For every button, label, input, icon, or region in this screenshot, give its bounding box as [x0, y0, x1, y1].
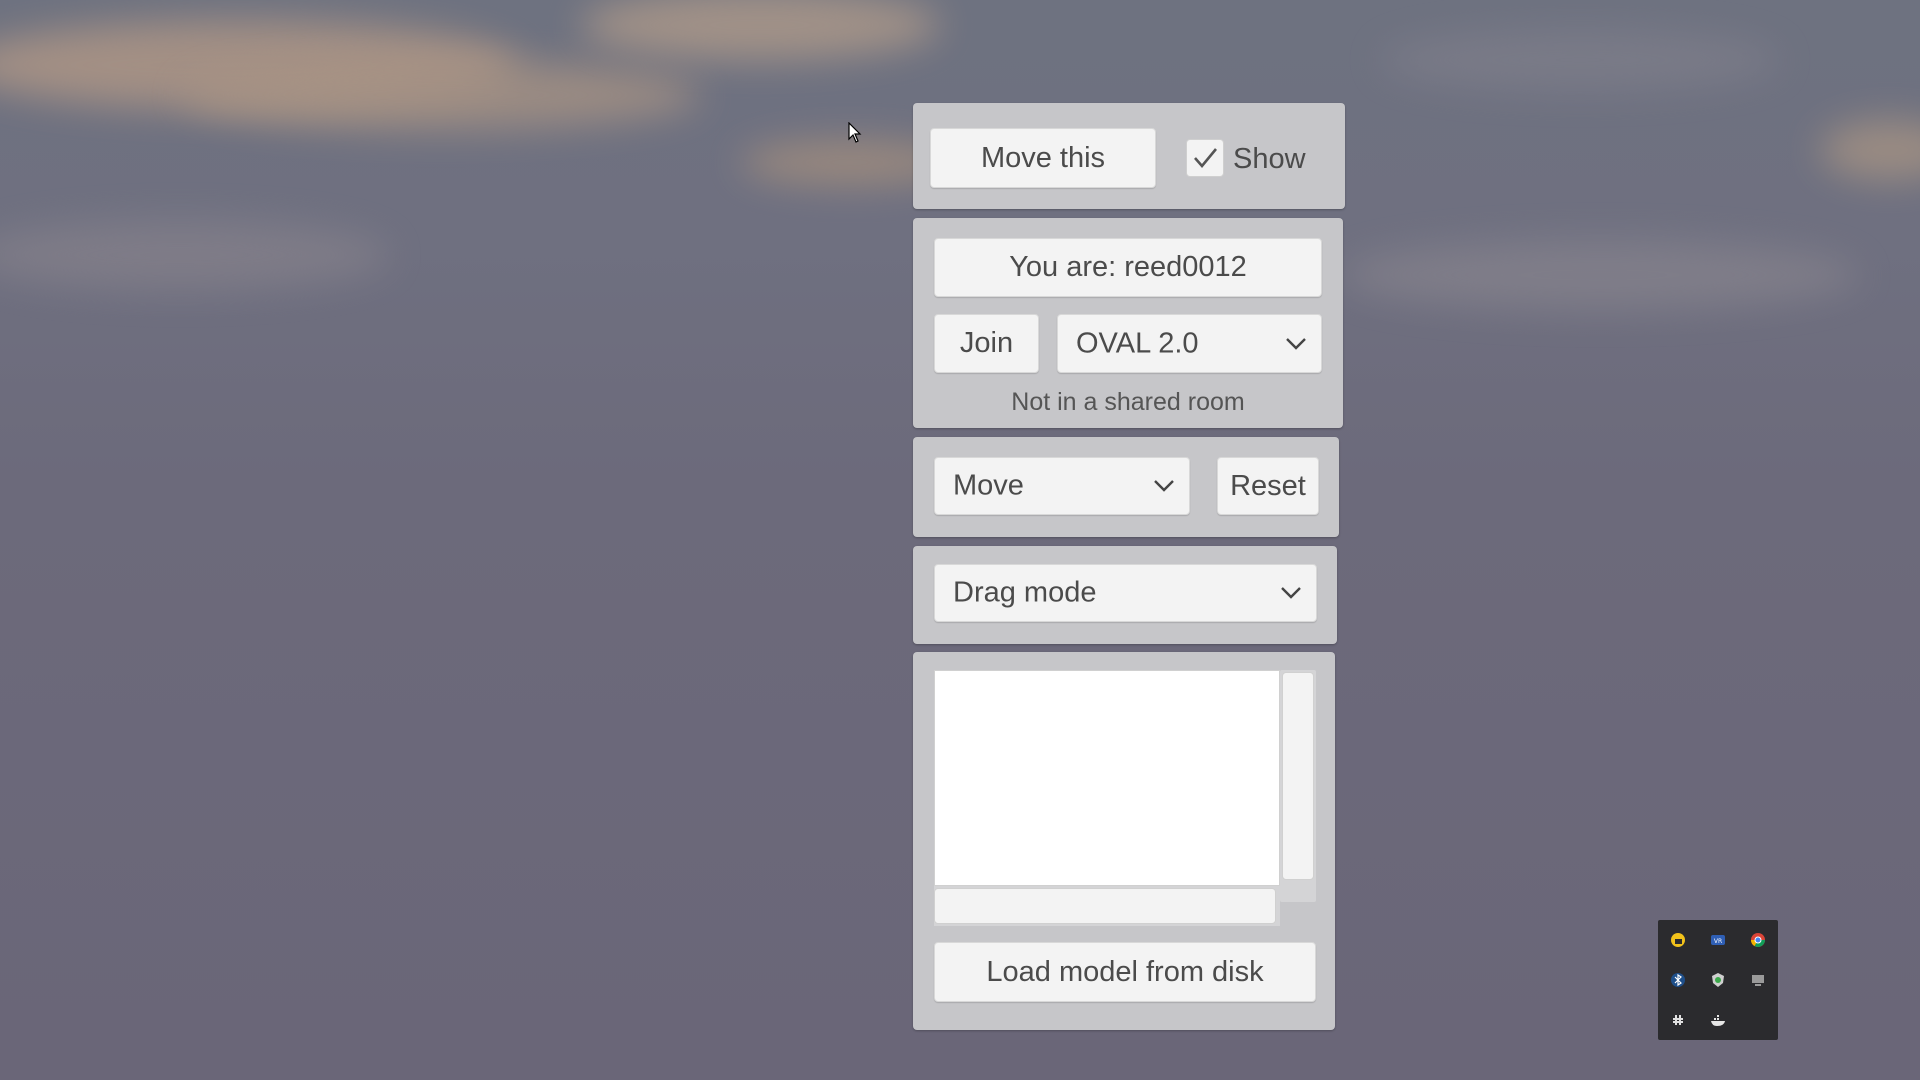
chrome-icon[interactable] — [1750, 932, 1766, 948]
transform-panel: Move Reset — [913, 437, 1339, 537]
bluetooth-icon[interactable] — [1670, 972, 1686, 988]
svg-text:VR: VR — [1714, 938, 1722, 945]
move-this-button[interactable]: Move this — [930, 128, 1156, 188]
yellow-app-icon[interactable] — [1670, 932, 1686, 948]
session-panel: You are: reed0012 Join OVAL 2.0 Not in a… — [913, 218, 1343, 428]
room-select[interactable]: OVAL 2.0 — [1057, 314, 1322, 373]
chevron-down-icon — [1281, 587, 1301, 599]
room-select-value: OVAL 2.0 — [1076, 327, 1199, 359]
model-list[interactable] — [934, 670, 1280, 886]
transform-mode-select[interactable]: Move — [934, 457, 1190, 515]
drag-panel: Drag mode — [913, 546, 1337, 644]
horizontal-scrollbar[interactable] — [934, 886, 1280, 926]
vertical-scrollbar[interactable] — [1280, 670, 1316, 902]
chevron-down-icon — [1286, 337, 1306, 350]
checkmark-icon — [1194, 148, 1218, 169]
cloud — [1340, 240, 1860, 310]
show-checkbox[interactable] — [1186, 139, 1224, 177]
scrollbar-thumb[interactable] — [1282, 672, 1314, 880]
display-icon[interactable] — [1750, 972, 1766, 988]
security-shield-icon[interactable] — [1710, 972, 1726, 988]
cloud — [580, 0, 940, 60]
show-label: Show — [1233, 143, 1306, 175]
vr-sky-background: Move this Show You are: reed0012 Join OV… — [0, 0, 1920, 1080]
toolbar-panel: Move this Show — [913, 103, 1345, 209]
room-status-text: Not in a shared room — [1011, 388, 1245, 416]
slack-icon[interactable] — [1670, 1012, 1686, 1028]
docker-icon[interactable] — [1710, 1012, 1726, 1028]
cloud — [180, 60, 700, 130]
system-tray-overflow: VR — [1658, 920, 1778, 1040]
transform-mode-value: Move — [953, 469, 1024, 502]
cloud — [1380, 30, 1780, 90]
models-panel: Load model from disk — [913, 652, 1335, 1030]
load-model-button[interactable]: Load model from disk — [934, 942, 1316, 1002]
user-identity-button[interactable]: You are: reed0012 — [934, 238, 1322, 297]
drag-mode-value: Drag mode — [953, 576, 1097, 609]
scrollbar-thumb[interactable] — [934, 888, 1276, 924]
join-button[interactable]: Join — [934, 314, 1039, 373]
chevron-down-icon — [1154, 480, 1174, 492]
cloud — [1820, 120, 1920, 180]
mouse-cursor-icon — [848, 122, 862, 143]
drag-mode-select[interactable]: Drag mode — [934, 564, 1317, 622]
cloud — [0, 220, 390, 290]
vr-icon[interactable]: VR — [1710, 932, 1726, 948]
reset-button[interactable]: Reset — [1217, 457, 1319, 515]
